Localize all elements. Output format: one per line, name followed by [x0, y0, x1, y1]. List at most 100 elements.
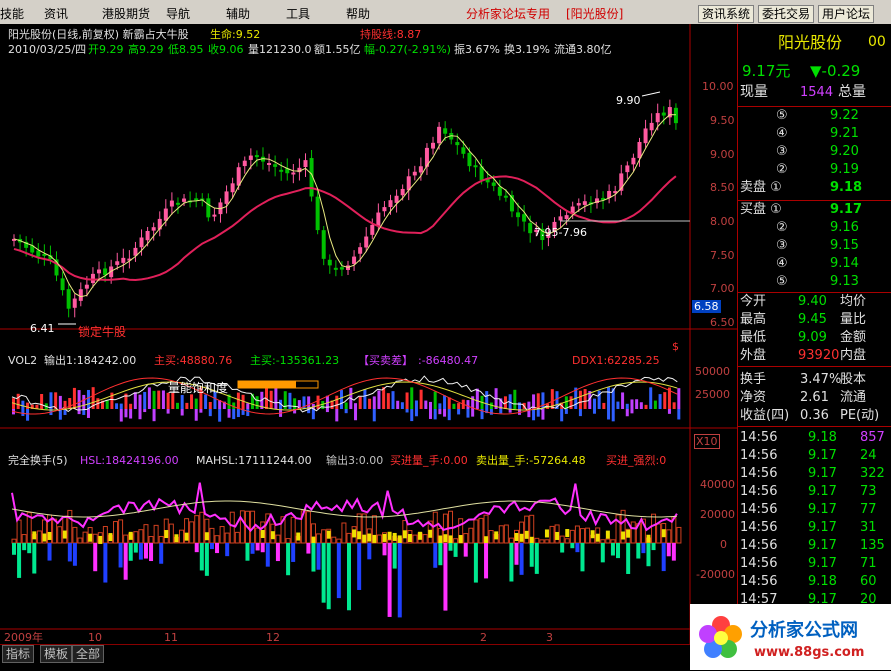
- menu-item-hk-futures[interactable]: 港股期货: [102, 5, 150, 22]
- turnover-bar: [229, 511, 235, 544]
- volume-saturation-label: 量能饱和度: [168, 381, 229, 395]
- stat-label-2: 内盘: [840, 348, 867, 363]
- volume-bar: [414, 409, 418, 417]
- menu-item-tools[interactable]: 工具: [286, 5, 310, 22]
- volume-bar: [86, 389, 90, 409]
- volume-bar: [602, 402, 606, 409]
- tab-indicator[interactable]: 指标: [2, 645, 35, 663]
- volume-bar: [199, 409, 203, 413]
- tick-time: 14:56: [740, 538, 778, 553]
- forum-button[interactable]: 用户论坛: [818, 5, 875, 23]
- menu-item-assist[interactable]: 辅助: [226, 5, 250, 22]
- turnover-bar: [143, 524, 149, 544]
- turnover-bar: [570, 543, 575, 549]
- turnover-bar: [514, 533, 519, 542]
- volume-bar: [541, 392, 545, 409]
- ask-level-label: ②: [776, 162, 788, 177]
- candle-body: [321, 230, 326, 259]
- tick-time: 14:56: [740, 430, 778, 445]
- turnover-bar: [412, 534, 418, 544]
- bottom-tab-bar: 指标 模板 全部: [0, 644, 690, 671]
- tab-template[interactable]: 模板: [40, 645, 73, 663]
- volume-bar: [194, 409, 198, 421]
- x-axis-label: 11: [164, 631, 178, 644]
- volume-bar: [26, 402, 30, 409]
- info-system-button[interactable]: 资讯系统: [698, 5, 755, 23]
- site-logo: 分析家公式网 www.88gs.com: [690, 604, 891, 670]
- candle-body: [315, 196, 320, 231]
- turnover-bar: [290, 516, 296, 544]
- candle-body: [66, 289, 71, 309]
- volume-bar: [438, 403, 442, 409]
- chart-area[interactable]: 阳光股份(日线,前复权) 新霸占大牛股 生命:9.52 持股线:8.87 201…: [0, 24, 737, 644]
- tab-all[interactable]: 全部: [72, 645, 105, 663]
- turnover-bar: [174, 534, 179, 543]
- volume-bar: [161, 390, 165, 409]
- volume-bar: [419, 389, 423, 409]
- vol-main-buy: 主买:48880.76: [154, 354, 233, 367]
- panel-divider: [738, 292, 891, 293]
- volume-bar: [358, 396, 362, 409]
- tick-price: 9.17: [808, 538, 837, 553]
- bid-price: 9.14: [830, 256, 859, 271]
- turnover-bar: [346, 532, 352, 544]
- candle-body: [473, 165, 478, 168]
- tick-volume: 135: [860, 538, 885, 553]
- volume-bar: [457, 409, 461, 415]
- menu-item-help[interactable]: 帮助: [346, 5, 370, 22]
- volume-bar: [119, 403, 123, 409]
- turnover-bar: [443, 534, 448, 543]
- volume-bar: [147, 387, 151, 409]
- x-axis-label: 2009年: [4, 631, 43, 644]
- turnover-bar: [123, 543, 128, 580]
- candle-body: [182, 198, 187, 202]
- turnover-bar: [443, 543, 448, 611]
- turnover-bar: [605, 530, 610, 539]
- candle-body: [431, 142, 436, 149]
- turnover-bar: [574, 525, 580, 544]
- volume-bar: [607, 409, 611, 420]
- candle-body: [103, 268, 108, 276]
- volume-bar: [667, 409, 671, 414]
- turnover-bar: [32, 531, 37, 540]
- volume-bar: [344, 402, 348, 409]
- volume-bar: [339, 390, 343, 409]
- candle-body: [437, 126, 442, 144]
- tick-time: 14:56: [740, 556, 778, 571]
- turnover-bar: [133, 531, 139, 544]
- candle-body: [564, 215, 569, 220]
- volume-bar: [663, 392, 667, 409]
- turnover-bar: [580, 543, 585, 572]
- total-volume-label: 总量: [838, 84, 866, 100]
- turnover-bar: [367, 533, 372, 542]
- turnover-bar: [194, 543, 199, 553]
- trade-button[interactable]: 委托交易: [758, 5, 815, 23]
- volume-bar: [564, 409, 568, 414]
- candle-body: [576, 203, 581, 206]
- volume-bar: [560, 409, 564, 422]
- turnover-bar: [362, 534, 367, 543]
- volume-bar: [428, 401, 432, 409]
- turnover-bar: [67, 509, 73, 544]
- candle-body: [528, 223, 533, 234]
- candle-body: [139, 237, 144, 248]
- turnover-bar: [250, 543, 255, 554]
- turnover-bar: [199, 543, 204, 571]
- menu-item-skill[interactable]: 技能: [0, 5, 24, 22]
- hold-line-label: 持股线:8.87: [360, 28, 422, 41]
- volume-bar: [499, 409, 503, 414]
- volume-bar: [658, 394, 662, 409]
- candle-body: [522, 214, 527, 222]
- vol-diff-value: :-86480.47: [418, 354, 479, 367]
- volume-bar: [400, 402, 404, 409]
- turnover-bar: [387, 539, 393, 544]
- bid-price: 9.17: [830, 202, 863, 217]
- menu-item-news[interactable]: 资讯: [44, 5, 68, 22]
- candle-body: [212, 214, 217, 217]
- turnover-bar: [458, 535, 463, 544]
- header-amount: 额1.55亿: [314, 43, 361, 56]
- turnover-bar: [382, 533, 387, 542]
- candle-body: [175, 202, 180, 205]
- menu-item-nav[interactable]: 导航: [166, 5, 190, 22]
- turnover-bar: [575, 543, 580, 553]
